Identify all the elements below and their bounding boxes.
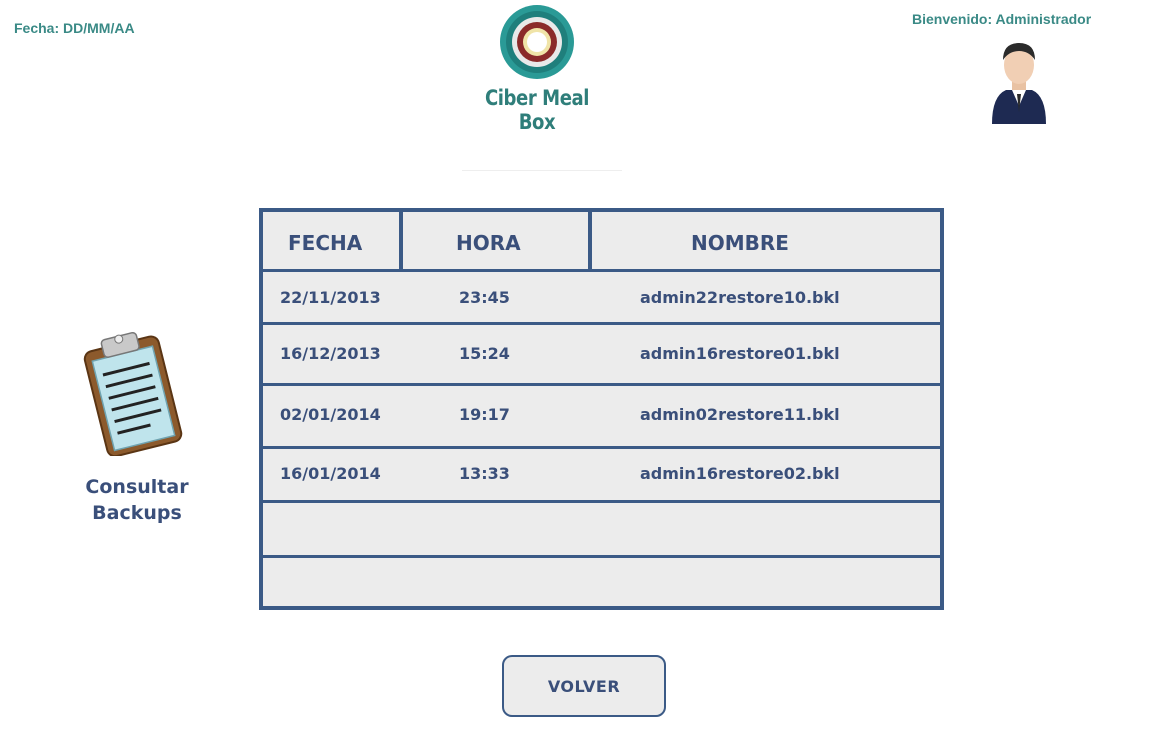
logo-title: Ciber Meal Box — [484, 86, 590, 134]
backups-table: FECHA HORA NOMBRE 22/11/2013 23:45 admin… — [259, 208, 944, 610]
clipboard-icon[interactable] — [82, 328, 186, 458]
logo: Ciber Meal Box — [462, 4, 612, 134]
section-label-line1: Consultar — [85, 476, 189, 498]
column-divider — [399, 212, 403, 269]
section-label: Consultar Backups — [70, 474, 204, 526]
table-row[interactable] — [263, 558, 940, 606]
cell-fecha: 02/01/2014 — [280, 405, 381, 424]
cell-hora: 19:17 — [459, 405, 510, 424]
table-row[interactable]: 22/11/2013 23:45 admin22restore10.bkl — [263, 272, 940, 325]
welcome-label: Bienvenido: Administrador — [912, 11, 1092, 27]
cell-hora: 23:45 — [459, 288, 510, 307]
cell-nombre: admin02restore11.bkl — [640, 405, 840, 424]
table-row[interactable]: 16/01/2014 13:33 admin16restore02.bkl — [263, 449, 940, 503]
cell-nombre: admin16restore01.bkl — [640, 344, 840, 363]
column-divider — [588, 212, 592, 269]
logo-icon — [500, 5, 574, 79]
date-label: Fecha: DD/MM/AA — [14, 20, 135, 36]
cell-fecha: 16/12/2013 — [280, 344, 381, 363]
cell-nombre: admin22restore10.bkl — [640, 288, 840, 307]
user-avatar-icon[interactable] — [988, 40, 1050, 126]
cell-hora: 13:33 — [459, 464, 510, 483]
section-label-line2: Backups — [92, 502, 182, 524]
table-row[interactable] — [263, 503, 940, 558]
back-button[interactable]: VOLVER — [502, 655, 666, 717]
column-header-hora: HORA — [456, 231, 521, 255]
cell-fecha: 22/11/2013 — [280, 288, 381, 307]
column-header-nombre: NOMBRE — [691, 231, 789, 255]
table-row[interactable]: 16/12/2013 15:24 admin16restore01.bkl — [263, 325, 940, 386]
table-header: FECHA HORA NOMBRE — [263, 212, 940, 272]
cell-fecha: 16/01/2014 — [280, 464, 381, 483]
divider — [462, 170, 622, 171]
table-row[interactable]: 02/01/2014 19:17 admin02restore11.bkl — [263, 386, 940, 449]
cell-nombre: admin16restore02.bkl — [640, 464, 840, 483]
column-header-fecha: FECHA — [288, 231, 363, 255]
cell-hora: 15:24 — [459, 344, 510, 363]
